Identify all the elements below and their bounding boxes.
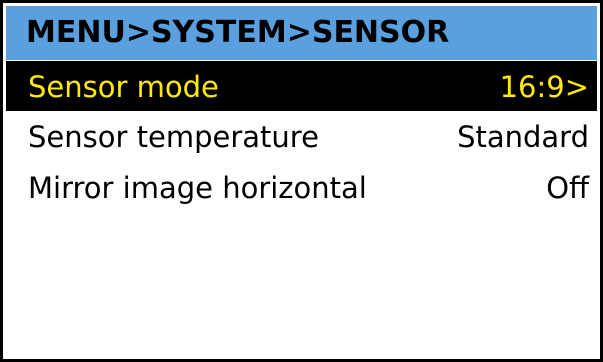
menu-item-label: Mirror image horizontal	[28, 171, 367, 205]
camera-menu-screen: MENU>SYSTEM>SENSOR Sensor mode 16:9> Sen…	[0, 0, 603, 362]
menu-item-mirror-image-horizontal[interactable]: Mirror image horizontal Off	[6, 162, 597, 214]
menu-item-sensor-temperature[interactable]: Sensor temperature Standard	[6, 111, 597, 163]
menu-item-value: Standard	[457, 120, 589, 154]
menu-item-label: Sensor mode	[28, 70, 219, 104]
menu-item-value: Off	[546, 171, 589, 205]
menu-item-label: Sensor temperature	[28, 120, 319, 154]
menu-breadcrumb-header: MENU>SYSTEM>SENSOR	[6, 6, 597, 60]
menu-item-value: 16:9>	[499, 70, 589, 104]
menu-item-sensor-mode[interactable]: Sensor mode 16:9>	[6, 61, 597, 113]
